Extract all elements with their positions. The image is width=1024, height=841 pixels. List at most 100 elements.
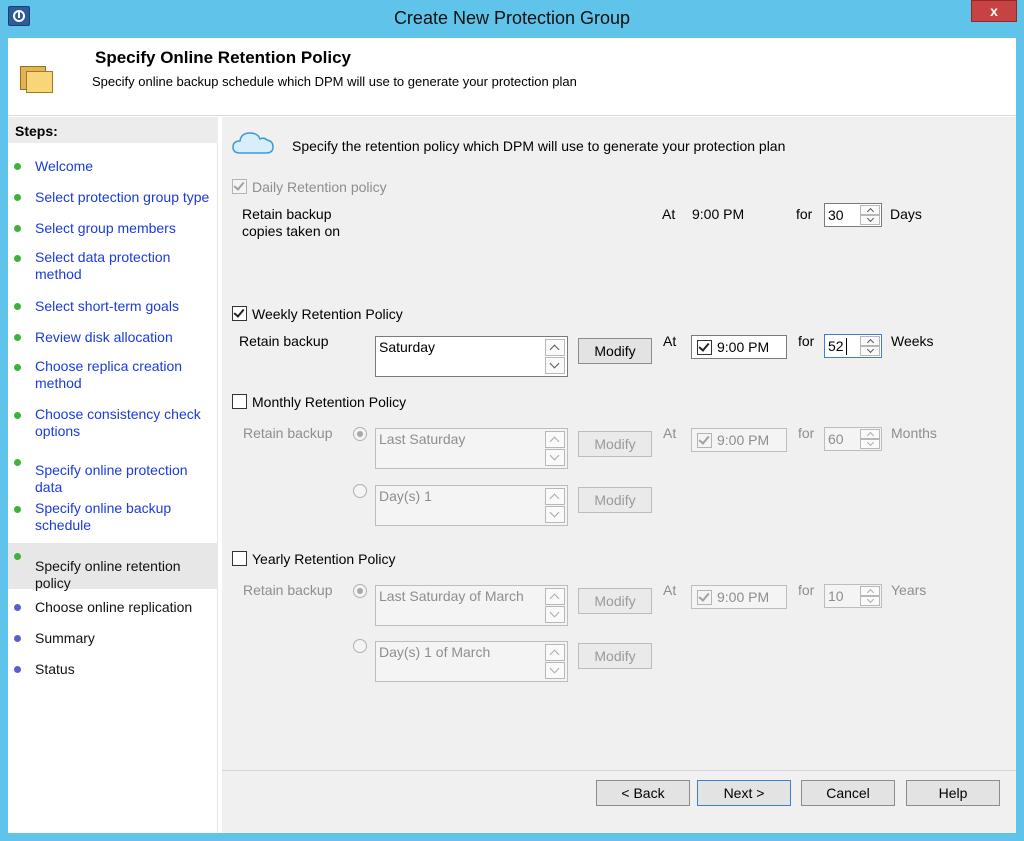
monthly-day-radio[interactable] xyxy=(353,484,367,498)
yearly-time-value: 9:00 PM xyxy=(717,589,770,605)
scroll-down-icon[interactable] xyxy=(545,606,565,623)
cloud-icon xyxy=(232,132,274,154)
step-complete-icon xyxy=(14,412,21,419)
scroll-up-icon[interactable] xyxy=(545,488,565,505)
step-complete-icon xyxy=(14,459,21,466)
yearly-retention-checkbox[interactable] xyxy=(232,551,247,566)
monthly-for-label: for xyxy=(798,425,815,441)
daily-count-spinner[interactable]: 30 xyxy=(824,203,882,227)
weekly-day-listbox[interactable]: Saturday xyxy=(375,336,568,377)
step-welcome[interactable]: Welcome xyxy=(8,157,218,177)
yearly-day-listbox[interactable]: Day(s) 1 of March xyxy=(375,641,568,682)
step-status[interactable]: Status xyxy=(8,660,218,680)
close-button[interactable]: x xyxy=(971,0,1017,22)
monthly-option1-value: Last Saturday xyxy=(379,431,466,447)
step-specify-online-retention-policy[interactable]: Specify online retention policy xyxy=(8,543,218,591)
back-button[interactable]: < Back xyxy=(596,780,690,806)
scroll-up-icon[interactable] xyxy=(545,339,565,356)
yearly-modify-button-1[interactable]: Modify xyxy=(578,588,652,614)
spinner-down-icon[interactable] xyxy=(860,215,880,225)
monthly-at-label: At xyxy=(663,425,677,441)
weekly-time-value: 9:00 PM xyxy=(717,339,770,355)
monthly-last-day-listbox[interactable]: Last Saturday xyxy=(375,428,568,469)
scroll-up-icon[interactable] xyxy=(545,431,565,448)
weekly-day-scrollbar[interactable] xyxy=(545,339,565,374)
yearly-option2-scrollbar[interactable] xyxy=(545,644,565,679)
daily-retain-text: Retain backup copies taken on xyxy=(242,206,341,239)
step-specify-online-backup-schedule[interactable]: Specify online backup schedule xyxy=(8,500,218,536)
yearly-retain-text: Retain backup xyxy=(243,582,333,598)
scroll-up-icon[interactable] xyxy=(545,588,565,605)
yearly-option2-value: Day(s) 1 of March xyxy=(379,644,491,660)
step-choose-online-replication[interactable]: Choose online replication xyxy=(8,598,218,618)
yearly-time-picker[interactable]: 9:00 PM xyxy=(691,585,787,609)
scroll-down-icon[interactable] xyxy=(545,506,565,523)
weekly-unit-label: Weeks xyxy=(891,333,934,349)
step-choose-consistency-check-options[interactable]: Choose consistency check options xyxy=(8,406,218,442)
monthly-day-listbox[interactable]: Day(s) 1 xyxy=(375,485,568,526)
main-panel: Specify the retention policy which DPM w… xyxy=(222,117,1016,833)
scroll-up-icon[interactable] xyxy=(545,644,565,661)
monthly-retention-checkbox[interactable] xyxy=(232,394,247,409)
help-button[interactable]: Help xyxy=(906,780,1000,806)
step-label: Select group members xyxy=(35,220,176,236)
step-label: Select data protection method xyxy=(35,249,171,282)
monthly-time-checkbox[interactable] xyxy=(697,433,712,448)
weekly-for-label: for xyxy=(798,333,815,349)
monthly-retain-text: Retain backup xyxy=(243,425,333,441)
monthly-option1-scrollbar[interactable] xyxy=(545,431,565,466)
daily-retention-checkbox[interactable] xyxy=(232,179,247,194)
spinner-down-icon[interactable] xyxy=(860,346,880,356)
step-select-short-term-goals[interactable]: Select short-term goals xyxy=(8,297,218,317)
yearly-last-day-radio[interactable] xyxy=(353,584,367,598)
wizard-window: Specify Online Retention Policy Specify … xyxy=(8,38,1016,833)
spinner-down-icon[interactable] xyxy=(860,596,880,606)
step-summary[interactable]: Summary xyxy=(8,629,218,649)
weekly-count-value: 52 xyxy=(828,338,844,354)
yearly-count-spinner[interactable]: 10 xyxy=(824,584,882,608)
step-specify-online-protection-data[interactable]: Specify online protection data xyxy=(8,457,218,495)
monthly-time-picker[interactable]: 9:00 PM xyxy=(691,428,787,452)
yearly-at-label: At xyxy=(663,582,677,598)
scroll-down-icon[interactable] xyxy=(545,662,565,679)
wizard-header: Specify Online Retention Policy Specify … xyxy=(8,38,1016,116)
yearly-option1-scrollbar[interactable] xyxy=(545,588,565,623)
weekly-time-picker[interactable]: 9:00 PM xyxy=(691,335,787,359)
monthly-modify-button-1[interactable]: Modify xyxy=(578,431,652,457)
yearly-last-day-listbox[interactable]: Last Saturday of March xyxy=(375,585,568,626)
spinner-down-icon[interactable] xyxy=(860,439,880,449)
scroll-down-icon[interactable] xyxy=(545,449,565,466)
step-complete-icon xyxy=(14,364,21,371)
monthly-count-spinner[interactable]: 60 xyxy=(824,427,882,451)
weekly-modify-button[interactable]: Modify xyxy=(578,338,652,364)
monthly-last-day-radio[interactable] xyxy=(353,427,367,441)
step-label: Select protection group type xyxy=(35,189,210,205)
step-complete-icon xyxy=(14,225,21,232)
step-complete-icon xyxy=(14,194,21,201)
daily-retention-label: Daily Retention policy xyxy=(252,179,387,195)
weekly-time-checkbox[interactable] xyxy=(697,340,712,355)
yearly-modify-button-2[interactable]: Modify xyxy=(578,643,652,669)
text-caret xyxy=(846,338,847,355)
yearly-count-value: 10 xyxy=(828,588,844,604)
step-select-group-members[interactable]: Select group members xyxy=(8,219,218,239)
monthly-modify-button-2[interactable]: Modify xyxy=(578,487,652,513)
next-button[interactable]: Next > xyxy=(697,780,791,806)
monthly-option2-scrollbar[interactable] xyxy=(545,488,565,523)
step-complete-icon xyxy=(14,553,21,560)
step-complete-icon xyxy=(14,163,21,170)
step-select-data-protection-method[interactable]: Select data protection method xyxy=(8,249,218,285)
yearly-time-checkbox[interactable] xyxy=(697,590,712,605)
step-choose-replica-creation-method[interactable]: Choose replica creation method xyxy=(8,358,218,394)
step-label: Choose consistency check options xyxy=(35,406,201,439)
step-select-protection-group-type[interactable]: Select protection group type xyxy=(8,188,218,208)
title-bar: Create New Protection Group x xyxy=(0,0,1024,38)
cancel-button[interactable]: Cancel xyxy=(801,780,895,806)
scroll-down-icon[interactable] xyxy=(545,357,565,374)
weekly-count-spinner[interactable]: 52 xyxy=(824,334,882,358)
step-label: Review disk allocation xyxy=(35,329,173,345)
step-review-disk-allocation[interactable]: Review disk allocation xyxy=(8,328,218,348)
weekly-retention-checkbox[interactable] xyxy=(232,306,247,321)
yearly-day-radio[interactable] xyxy=(353,639,367,653)
monthly-count-value: 60 xyxy=(828,431,844,447)
